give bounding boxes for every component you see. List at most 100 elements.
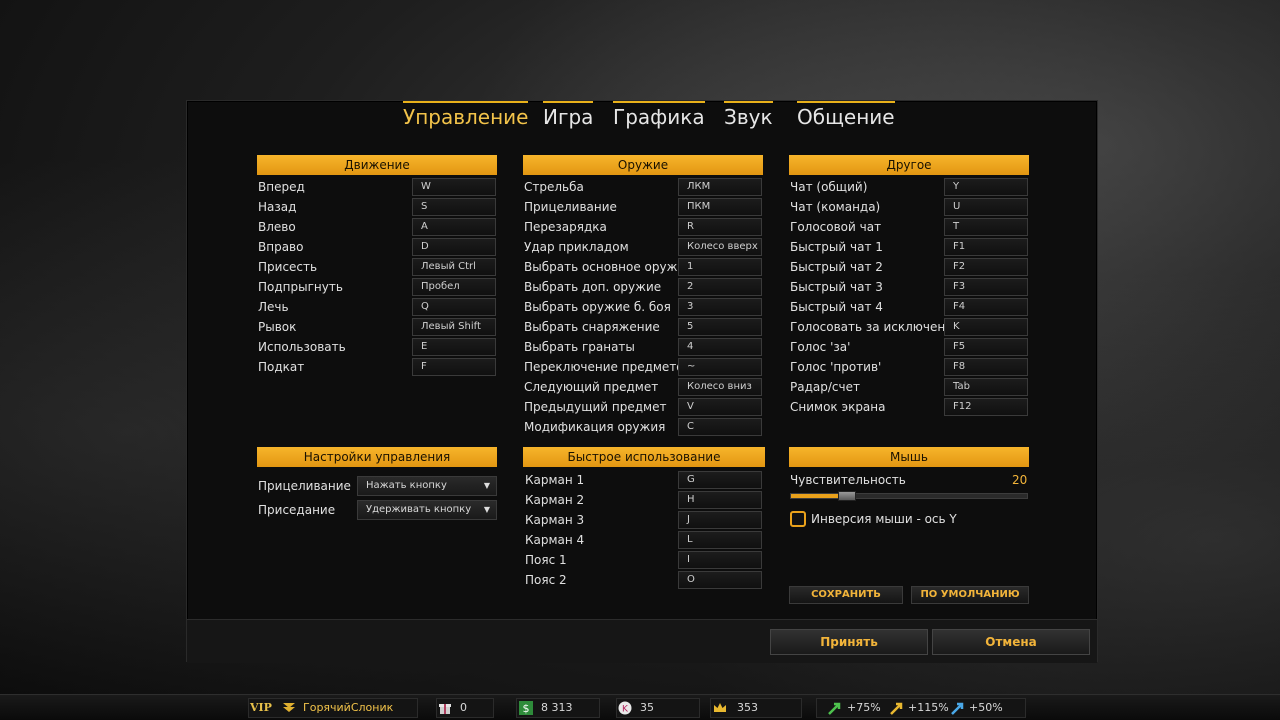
keybind-field[interactable]: H xyxy=(678,491,762,509)
keybind-field[interactable]: ПКМ xyxy=(678,198,762,216)
xp-boost-value: +75% xyxy=(847,701,881,714)
tab-game[interactable]: Игра xyxy=(543,101,594,133)
tab-sound[interactable]: Звук xyxy=(724,101,773,133)
movement-row: Подпрыгнуть Пробел xyxy=(258,278,498,296)
movement-row: Использовать E xyxy=(258,338,498,356)
action-label: Следующий предмет xyxy=(524,380,659,394)
keybind-field[interactable]: F12 xyxy=(944,398,1028,416)
action-label: Карман 3 xyxy=(525,513,585,527)
keybind-field[interactable]: F1 xyxy=(944,238,1028,256)
quick-use-row: Карман 2 H xyxy=(525,491,765,509)
keybind-field[interactable]: L xyxy=(678,531,762,549)
sensitivity-row: Чувствительность 20 xyxy=(790,471,1030,489)
tab-graphics[interactable]: Графика xyxy=(613,101,705,133)
keybind-field[interactable]: U xyxy=(944,198,1028,216)
quick-use-row: Пояс 1 I xyxy=(525,551,765,569)
keybind-field[interactable]: G xyxy=(678,471,762,489)
weapon-row: Выбрать снаряжение 5 xyxy=(524,318,764,336)
keybind-field[interactable]: D xyxy=(412,238,496,256)
movement-row: Вперед W xyxy=(258,178,498,196)
action-label: Выбрать гранаты xyxy=(524,340,635,354)
weapon-row: Предыдущий предмет V xyxy=(524,398,764,416)
tab-communication[interactable]: Общение xyxy=(797,101,895,133)
keybind-field[interactable]: S xyxy=(412,198,496,216)
action-label: Чат (команда) xyxy=(790,200,881,214)
cancel-button[interactable]: Отмена xyxy=(932,629,1090,655)
movement-row: Назад S xyxy=(258,198,498,216)
action-label: Подпрыгнуть xyxy=(258,280,343,294)
quick-use-row: Карман 4 L xyxy=(525,531,765,549)
keybind-field[interactable]: Пробел xyxy=(412,278,496,296)
other-row: Снимок экрана F12 xyxy=(790,398,1030,416)
keybind-field[interactable]: F xyxy=(412,358,496,376)
action-label: Использовать xyxy=(258,340,346,354)
keybind-field[interactable]: Левый Ctrl xyxy=(412,258,496,276)
other-header: Другое xyxy=(789,155,1029,175)
keybind-field[interactable]: 3 xyxy=(678,298,762,316)
save-button[interactable]: СОХРАНИТЬ xyxy=(789,586,903,604)
keybind-field[interactable]: 2 xyxy=(678,278,762,296)
keybind-field[interactable]: F4 xyxy=(944,298,1028,316)
status-bar: VIP ГорячийСлоник 0 $ 8 313 K 35 353 +75… xyxy=(0,694,1280,720)
keybind-field[interactable]: 4 xyxy=(678,338,762,356)
keybind-field[interactable]: A xyxy=(412,218,496,236)
keybind-field[interactable]: F5 xyxy=(944,338,1028,356)
action-label: Предыдущий предмет xyxy=(524,400,667,414)
weapon-row: Выбрать основное оружие 1 xyxy=(524,258,764,276)
weapon-row: Стрельба ЛКМ xyxy=(524,178,764,196)
keybind-field[interactable]: Колесо вниз xyxy=(678,378,762,396)
keybind-field[interactable]: Колесо вверх xyxy=(678,238,762,256)
default-button[interactable]: ПО УМОЛЧАНИЮ xyxy=(911,586,1029,604)
keybind-field[interactable]: O xyxy=(678,571,762,589)
invert-mouse-checkbox[interactable] xyxy=(790,511,806,527)
gift-icon xyxy=(438,699,452,717)
slider-thumb[interactable] xyxy=(838,491,857,501)
crouch-mode-dropdown[interactable]: Удерживать кнопку ▼ xyxy=(357,500,497,520)
vp-boost-value: +50% xyxy=(969,701,1003,714)
keybind-field[interactable]: Q xyxy=(412,298,496,316)
keybind-field[interactable]: F2 xyxy=(944,258,1028,276)
action-label: Перезарядка xyxy=(524,220,607,234)
action-label: Прицеливание xyxy=(524,200,617,214)
invert-mouse-label: Инверсия мыши - ось Y xyxy=(811,512,957,526)
sensitivity-slider[interactable] xyxy=(790,491,1028,501)
action-label: Карман 4 xyxy=(525,533,585,547)
action-label: Голос 'за' xyxy=(790,340,851,354)
keybind-field[interactable]: Tab xyxy=(944,378,1028,396)
crowns-amount: 353 xyxy=(737,701,758,714)
money-amount: 8 313 xyxy=(541,701,573,714)
keybind-field[interactable]: I xyxy=(678,551,762,569)
movement-row: Подкат F xyxy=(258,358,498,376)
keybind-field[interactable]: K xyxy=(944,318,1028,336)
accept-button[interactable]: Принять xyxy=(770,629,928,655)
other-row: Голос 'против' F8 xyxy=(790,358,1030,376)
kredits-icon: K xyxy=(618,699,632,717)
keybind-field[interactable]: V xyxy=(678,398,762,416)
action-label: Карман 1 xyxy=(525,473,585,487)
action-label: Вправо xyxy=(258,240,304,254)
keybind-field[interactable]: ~ xyxy=(678,358,762,376)
keybind-field[interactable]: F3 xyxy=(944,278,1028,296)
keybind-field[interactable]: J xyxy=(678,511,762,529)
other-row: Быстрый чат 1 F1 xyxy=(790,238,1030,256)
tab-controls[interactable]: Управление xyxy=(403,101,529,133)
keybind-field[interactable]: T xyxy=(944,218,1028,236)
keybind-field[interactable]: Левый Shift xyxy=(412,318,496,336)
keybind-field[interactable]: C xyxy=(678,418,762,436)
mouse-header: Мышь xyxy=(789,447,1029,467)
rank-icon xyxy=(282,699,296,717)
keybind-field[interactable]: ЛКМ xyxy=(678,178,762,196)
aim-mode-dropdown[interactable]: Нажать кнопку ▼ xyxy=(357,476,497,496)
weapon-row: Удар прикладом Колесо вверх xyxy=(524,238,764,256)
keybind-field[interactable]: 1 xyxy=(678,258,762,276)
weapon-row: Модификация оружия C xyxy=(524,418,764,436)
weapon-row: Выбрать гранаты 4 xyxy=(524,338,764,356)
keybind-field[interactable]: F8 xyxy=(944,358,1028,376)
action-label: Выбрать основное оружие xyxy=(524,260,693,274)
keybind-field[interactable]: Y xyxy=(944,178,1028,196)
keybind-field[interactable]: E xyxy=(412,338,496,356)
keybind-field[interactable]: R xyxy=(678,218,762,236)
action-label: Снимок экрана xyxy=(790,400,886,414)
keybind-field[interactable]: 5 xyxy=(678,318,762,336)
keybind-field[interactable]: W xyxy=(412,178,496,196)
